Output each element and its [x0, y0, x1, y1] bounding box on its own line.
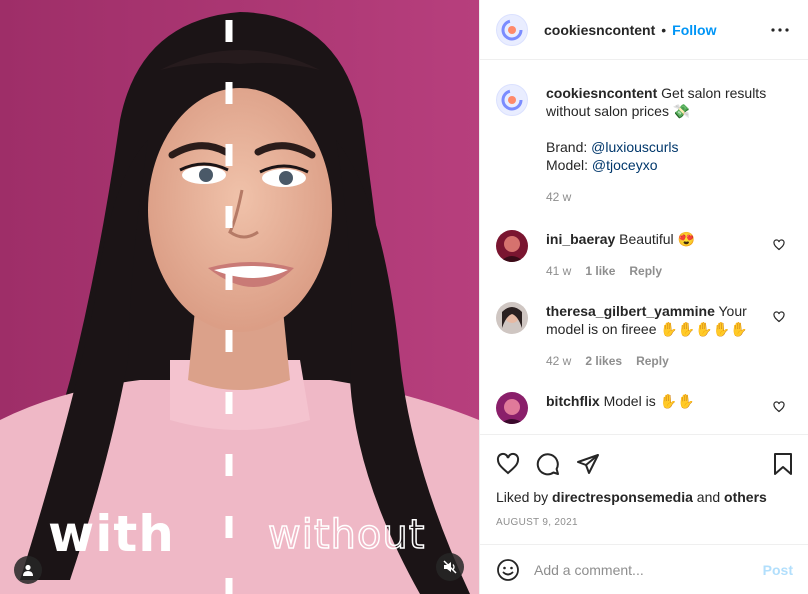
comment-input[interactable] — [534, 561, 754, 578]
brand-handle-link[interactable]: @luxiouscurls — [591, 139, 678, 155]
add-comment-bar: Post — [480, 544, 808, 594]
overlay-with-label: with — [48, 505, 175, 563]
overlay-without-label: without — [267, 511, 426, 559]
bookmark-icon — [774, 453, 792, 475]
avatar-photo — [496, 392, 528, 424]
ellipsis-icon — [771, 27, 789, 32]
person-tag-icon — [23, 564, 33, 576]
liked-by-line: Liked by directresponsemedia and others — [496, 489, 793, 505]
save-button[interactable] — [773, 452, 793, 476]
reply-button[interactable]: Reply — [636, 352, 669, 370]
liked-by-prefix: Liked by — [496, 489, 553, 505]
heart-outline-icon — [773, 401, 785, 413]
author-username[interactable]: cookiesncontent — [544, 22, 655, 38]
liked-by-user[interactable]: directresponsemedia — [552, 489, 693, 505]
caption: cookiesncontent Get salon results withou… — [496, 84, 793, 206]
post-actions: Liked by directresponsemedia and others … — [480, 434, 808, 544]
heart-icon — [496, 452, 520, 475]
brand-logo-icon — [501, 89, 523, 111]
commenter-username[interactable]: bitchflix — [546, 393, 600, 409]
post-date[interactable]: AUGUST 9, 2021 — [496, 517, 793, 528]
brand-logo-icon — [501, 19, 523, 40]
model-label: Model: — [546, 157, 592, 173]
comment-like-button[interactable] — [773, 310, 785, 326]
commenter-avatar[interactable] — [496, 302, 528, 334]
avatar-photo — [496, 230, 528, 262]
like-button[interactable] — [496, 452, 520, 476]
author-avatar[interactable] — [496, 13, 528, 46]
comments-list[interactable]: cookiesncontent Get salon results withou… — [480, 60, 808, 434]
comment-text: Model is ✋✋ — [603, 393, 695, 409]
commenter-username[interactable]: ini_baeray — [546, 231, 615, 247]
caption-author-avatar[interactable] — [496, 84, 528, 116]
more-options-button[interactable] — [768, 18, 792, 42]
comment-likes[interactable]: 2 likes — [585, 352, 622, 370]
comment-like-button[interactable] — [773, 238, 785, 254]
follow-button[interactable]: Follow — [672, 22, 716, 38]
comment-text: Beautiful 😍 — [619, 231, 695, 247]
post-comment-button[interactable]: Post — [763, 562, 793, 578]
post-header: cookiesncontent • Follow — [480, 0, 808, 60]
caption-age[interactable]: 42 w — [546, 188, 571, 206]
comment-age[interactable]: 42 w — [546, 352, 571, 370]
comment-likes[interactable]: 1 like — [585, 262, 615, 280]
comment-item: bitchflix Model is ✋✋ — [496, 392, 793, 424]
smiley-icon — [497, 558, 519, 581]
comment-like-button[interactable] — [773, 400, 785, 416]
commenter-avatar[interactable] — [496, 392, 528, 424]
liked-by-and: and — [692, 489, 725, 505]
commenter-username[interactable]: theresa_gilbert_yammine — [546, 303, 715, 319]
emoji-button[interactable] — [496, 558, 520, 582]
liked-by-others[interactable]: others — [724, 489, 767, 505]
comment-age[interactable]: 41 w — [546, 262, 571, 280]
comment-item: theresa_gilbert_yammine Your model is on… — [496, 302, 793, 370]
comment-bubble-icon — [536, 453, 559, 476]
comment-item: ini_baeray Beautiful 😍 41 w 1 like Reply — [496, 230, 793, 280]
avatar-photo — [496, 302, 528, 334]
share-button[interactable] — [576, 452, 600, 476]
speaker-muted-icon — [443, 560, 457, 574]
tagged-people-button[interactable] — [14, 556, 42, 584]
action-icons-row — [496, 435, 793, 487]
model-handle-link[interactable]: @tjoceyxo — [592, 157, 658, 173]
heart-outline-icon — [773, 239, 785, 251]
paper-plane-icon — [577, 454, 599, 474]
mute-toggle-button[interactable] — [436, 553, 464, 581]
caption-username[interactable]: cookiesncontent — [546, 85, 657, 101]
post-side-panel: cookiesncontent • Follow cookiesncontent — [479, 0, 808, 594]
reply-button[interactable]: Reply — [629, 262, 662, 280]
brand-label: Brand: — [546, 139, 592, 155]
header-separator: • — [661, 21, 667, 38]
commenter-avatar[interactable] — [496, 230, 528, 262]
heart-outline-icon — [773, 311, 785, 323]
post-media[interactable]: with without — [0, 0, 479, 594]
comment-button[interactable] — [536, 452, 560, 476]
